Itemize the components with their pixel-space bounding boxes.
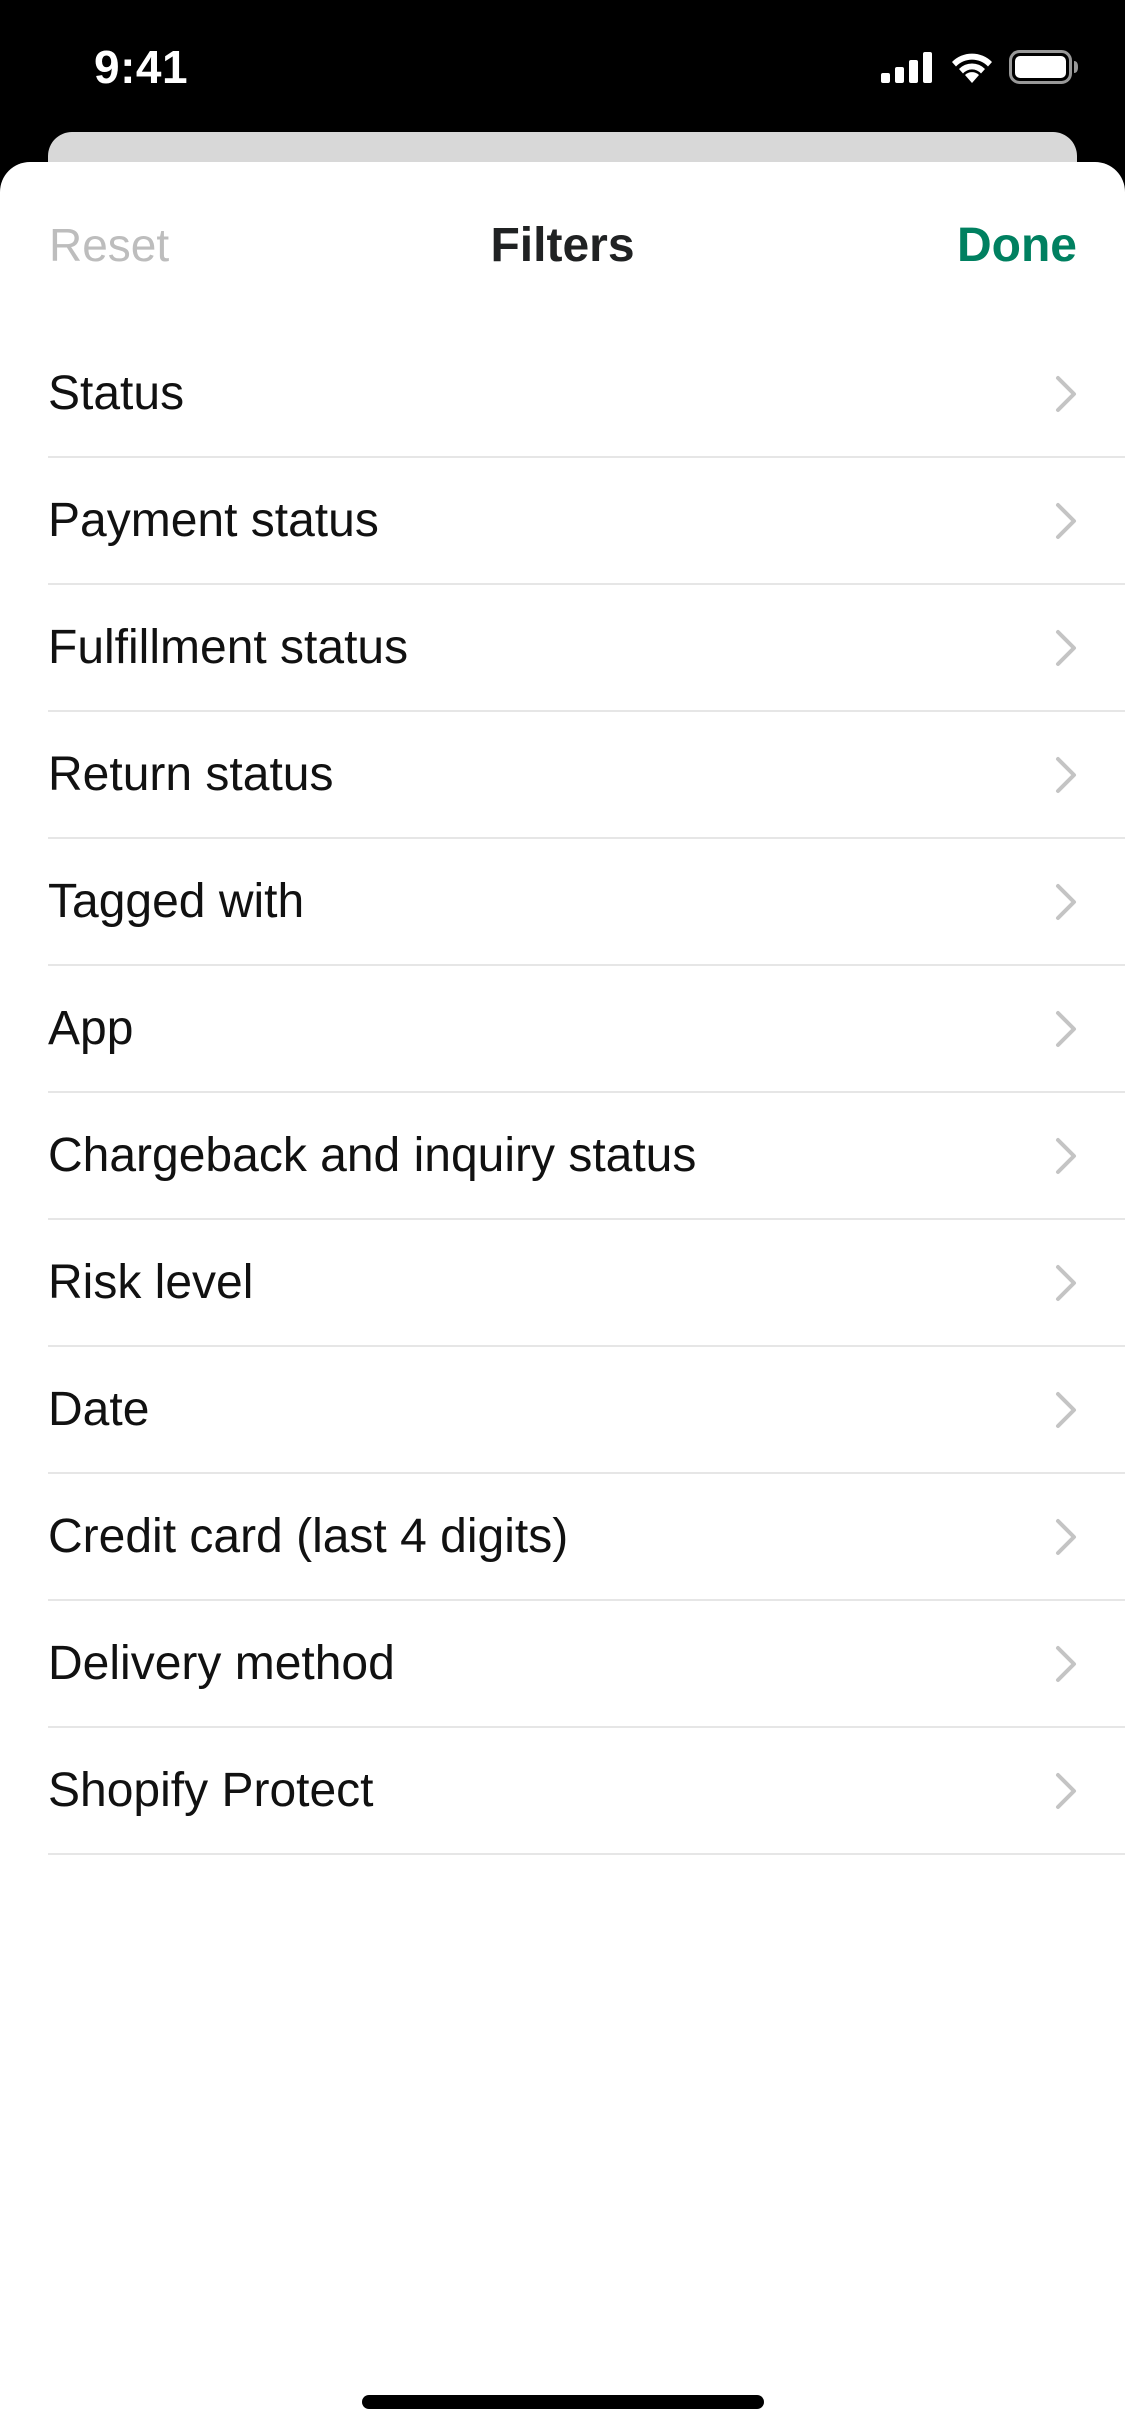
phone-screen: 9:41 Reset Filters Done Status Payment s… — [0, 0, 1125, 2436]
filter-label: Delivery method — [48, 1637, 395, 1690]
filter-label: Date — [48, 1383, 150, 1436]
chevron-right-icon — [1056, 1010, 1076, 1047]
wifi-icon — [949, 50, 995, 84]
filter-label: Status — [48, 367, 185, 420]
chevron-right-icon — [1056, 1137, 1076, 1174]
chevron-right-icon — [1056, 1264, 1076, 1301]
filter-row[interactable]: Return status — [48, 712, 1125, 839]
chevron-right-icon — [1056, 629, 1076, 666]
status-icons — [881, 50, 1079, 84]
filter-label: Fulfillment status — [48, 621, 409, 674]
filter-row[interactable]: App — [48, 966, 1125, 1093]
battery-icon — [1009, 50, 1079, 84]
sheet-header: Reset Filters Done — [0, 162, 1125, 330]
filter-label: Chargeback and inquiry status — [48, 1129, 697, 1182]
filter-label: Credit card (last 4 digits) — [48, 1510, 569, 1563]
filter-row[interactable]: Credit card (last 4 digits) — [48, 1474, 1125, 1601]
status-bar: 9:41 — [0, 0, 1125, 132]
filter-row[interactable]: Date — [48, 1347, 1125, 1474]
chevron-right-icon — [1056, 502, 1076, 539]
filter-label: App — [48, 1002, 134, 1055]
filter-row[interactable]: Risk level — [48, 1220, 1125, 1347]
filter-row[interactable]: Delivery method — [48, 1601, 1125, 1728]
filter-label: Payment status — [48, 494, 379, 547]
chevron-right-icon — [1056, 1518, 1076, 1555]
filter-row[interactable]: Fulfillment status — [48, 585, 1125, 712]
cellular-signal-icon — [881, 51, 935, 83]
filter-row[interactable]: Shopify Protect — [48, 1728, 1125, 1855]
chevron-right-icon — [1056, 1772, 1076, 1809]
chevron-right-icon — [1056, 1391, 1076, 1428]
chevron-right-icon — [1056, 883, 1076, 920]
chevron-right-icon — [1056, 375, 1076, 412]
filter-list: Status Payment status Fulfillment status Re… — [0, 331, 1125, 1855]
filter-label: Risk level — [48, 1256, 254, 1309]
filter-row[interactable]: Status — [48, 331, 1125, 458]
filter-label: Return status — [48, 748, 334, 801]
chevron-right-icon — [1056, 1645, 1076, 1682]
filter-label: Tagged with — [48, 875, 305, 928]
filter-row[interactable]: Payment status — [48, 458, 1125, 585]
status-time: 9:41 — [94, 41, 189, 93]
filter-row[interactable]: Chargeback and inquiry status — [48, 1093, 1125, 1220]
filter-label: Shopify Protect — [48, 1764, 374, 1817]
filter-row[interactable]: Tagged with — [48, 839, 1125, 966]
chevron-right-icon — [1056, 756, 1076, 793]
home-indicator — [362, 2395, 764, 2409]
done-button[interactable]: Done — [957, 218, 1077, 273]
